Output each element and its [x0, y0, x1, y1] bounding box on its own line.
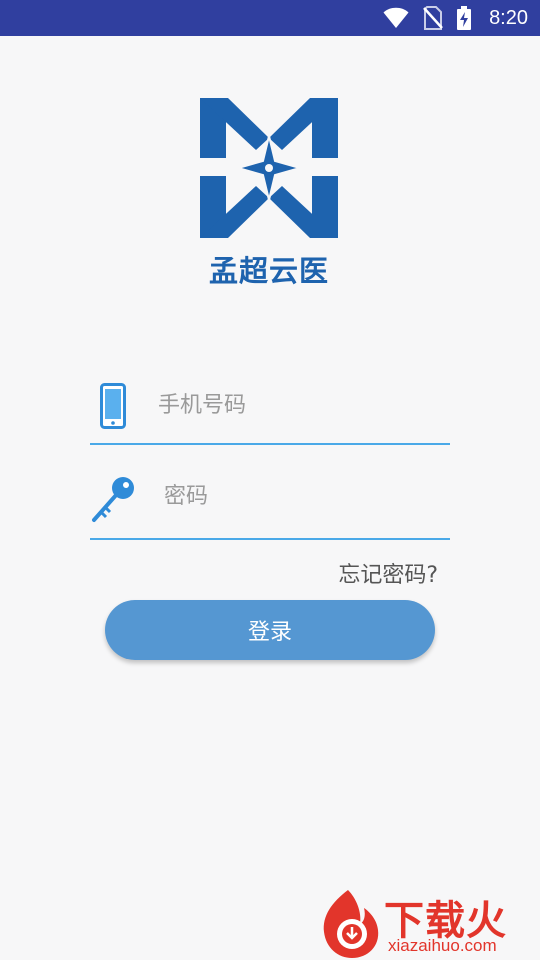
- password-field[interactable]: [90, 462, 450, 540]
- battery-charging-icon: [457, 6, 472, 30]
- wifi-icon: [383, 7, 409, 29]
- key-icon: [90, 476, 136, 528]
- brand-name: 孟超云医: [208, 254, 329, 288]
- status-bar: 8:20: [0, 0, 540, 36]
- no-sim-icon: [423, 6, 443, 30]
- flame-logo-icon: [323, 890, 379, 958]
- login-button[interactable]: 登录: [105, 600, 435, 660]
- password-input[interactable]: [164, 462, 448, 530]
- mc-star-logo-icon: [196, 98, 342, 238]
- watermark: 下载火 xiazaihuo.com: [318, 886, 540, 960]
- phone-field[interactable]: [90, 371, 450, 445]
- phone-input[interactable]: [158, 371, 448, 439]
- status-time: 8:20: [489, 6, 528, 29]
- phone-icon: [100, 383, 126, 433]
- forgot-password-link[interactable]: 忘记密码?: [338, 557, 438, 589]
- watermark-url: xiazaihuo.com: [388, 936, 497, 955]
